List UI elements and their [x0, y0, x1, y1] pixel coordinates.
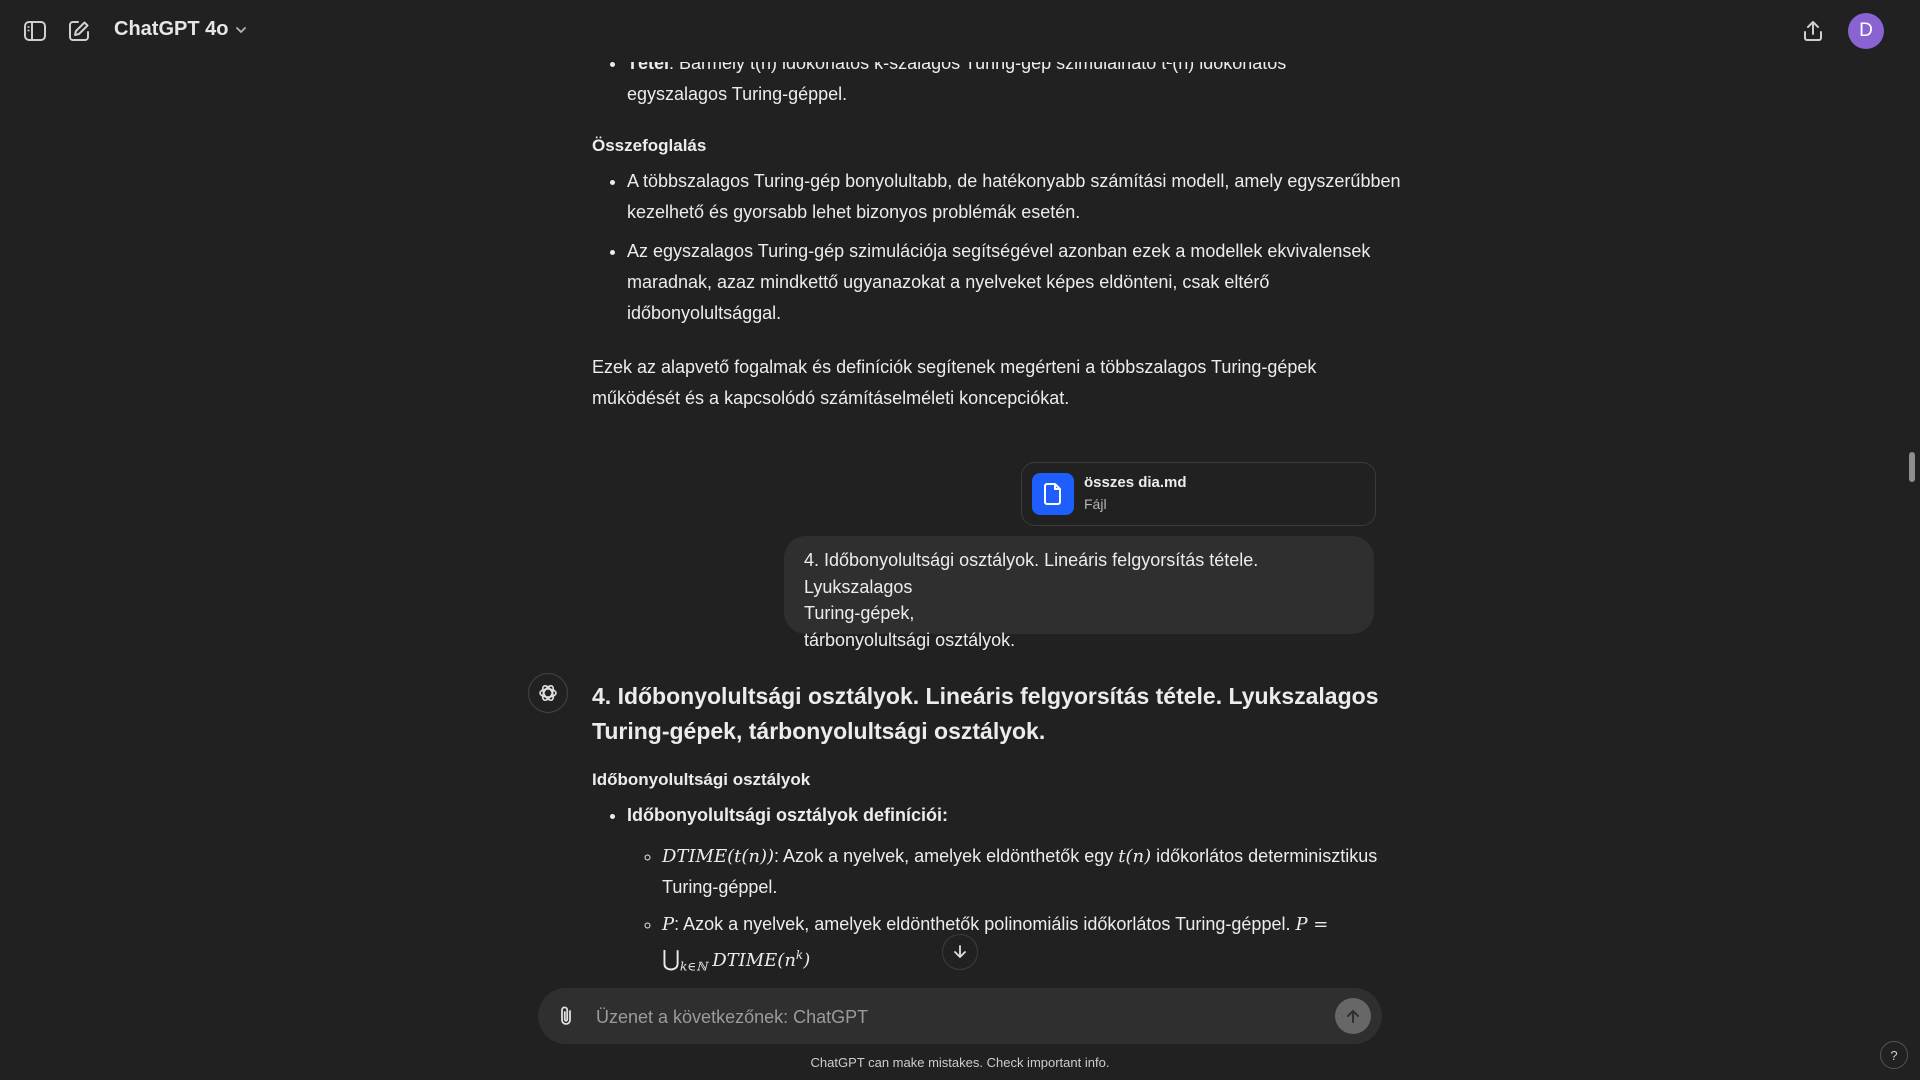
definitions-list: Időbonyolultsági osztályok definíciói: D…: [592, 800, 1411, 983]
answer-section-heading: Időbonyolultsági osztályok: [592, 770, 811, 789]
scrollbar[interactable]: ▲ ▼: [1904, 0, 1920, 1000]
definitions-sublist: DTIME(t(n)): Azok a nyelvek, amelyek eld…: [627, 841, 1411, 983]
avatar[interactable]: D: [1848, 13, 1884, 49]
math-expression: DTIME(t(n)): [662, 846, 775, 867]
paperclip-icon: [561, 1006, 571, 1025]
share-button[interactable]: [1796, 17, 1830, 45]
summary-list: A többszalagos Turing-gép bonyolultabb, …: [592, 166, 1411, 329]
list-item: Az egyszalagos Turing-gép szimulációja s…: [627, 236, 1411, 329]
list-item: A többszalagos Turing-gép bonyolultabb, …: [627, 166, 1411, 228]
bullet-text-cont: egyszalagos Turing-géppel.: [627, 84, 848, 104]
user-message: 4. Időbonyolultsági osztályok. Lineáris …: [784, 536, 1374, 650]
definition-text: : Azok a nyelvek, amelyek eldönthetők eg…: [774, 846, 1119, 866]
math-expression: t(n): [1118, 846, 1152, 867]
message-composer: [538, 988, 1382, 1044]
definition-text: : Azok a nyelvek, amelyek eldönthetők po…: [674, 914, 1296, 934]
file-type: Fájl: [1084, 496, 1107, 512]
help-button[interactable]: ?: [1880, 1041, 1908, 1069]
list-item: DTIME(t(n)): Azok a nyelvek, amelyek eld…: [662, 841, 1411, 903]
arrow-down-icon: [954, 945, 966, 958]
disclaimer-text: ChatGPT can make mistakes. Check importa…: [810, 1055, 1110, 1070]
sidebar-toggle-button[interactable]: [18, 17, 52, 45]
send-button[interactable]: [1335, 998, 1371, 1034]
scrollbar-thumb[interactable]: [1909, 452, 1915, 482]
arrow-up-icon: [1347, 1010, 1359, 1023]
file-attachment[interactable]: összes dia.md Fájl: [1021, 462, 1376, 526]
closing-paragraph: Ezek az alapvető fogalmak és definíciók …: [592, 357, 1317, 408]
answer-title: 4. Időbonyolultsági osztályok. Lineáris …: [592, 683, 1379, 744]
user-message-line: tárbonyolultsági osztályok.: [804, 629, 1016, 650]
math-subscript: k∈ℕ: [680, 959, 708, 974]
math-expression: P =: [1295, 914, 1329, 935]
attach-button[interactable]: [552, 1002, 580, 1030]
definitions-label: Időbonyolultsági osztályok definíciói:: [627, 805, 949, 825]
list-item: P: Azok a nyelvek, amelyek eldönthetők p…: [662, 909, 1411, 983]
share-icon: [1804, 21, 1822, 41]
openai-logo-icon: [528, 673, 568, 713]
document-icon: [1032, 473, 1074, 515]
list-item: Időbonyolultsági osztályok definíciói: D…: [627, 800, 1411, 983]
user-message-line: Turing-gépek,: [804, 603, 915, 623]
summary-heading: Összefoglalás: [592, 136, 707, 155]
message-input[interactable]: [594, 1000, 1298, 1034]
new-chat-button[interactable]: [62, 17, 96, 45]
math-expression: DTIME(n: [712, 950, 796, 971]
math-expression: ): [803, 950, 811, 971]
sidebar-icon: [24, 21, 46, 41]
user-message-line: 4. Időbonyolultsági osztályok. Lineáris …: [804, 550, 1259, 597]
compose-icon: [69, 21, 89, 41]
union-symbol: ⋃: [662, 946, 681, 971]
model-selector[interactable]: ChatGPT 4o: [114, 18, 248, 41]
file-name: összes dia.md: [1084, 474, 1187, 491]
math-expression: P: [662, 914, 675, 935]
top-bar: ChatGPT 4o D: [0, 0, 1920, 62]
chevron-down-icon: [236, 26, 247, 33]
scroll-to-bottom-button[interactable]: [942, 934, 978, 970]
model-label: ChatGPT 4o: [114, 18, 229, 40]
